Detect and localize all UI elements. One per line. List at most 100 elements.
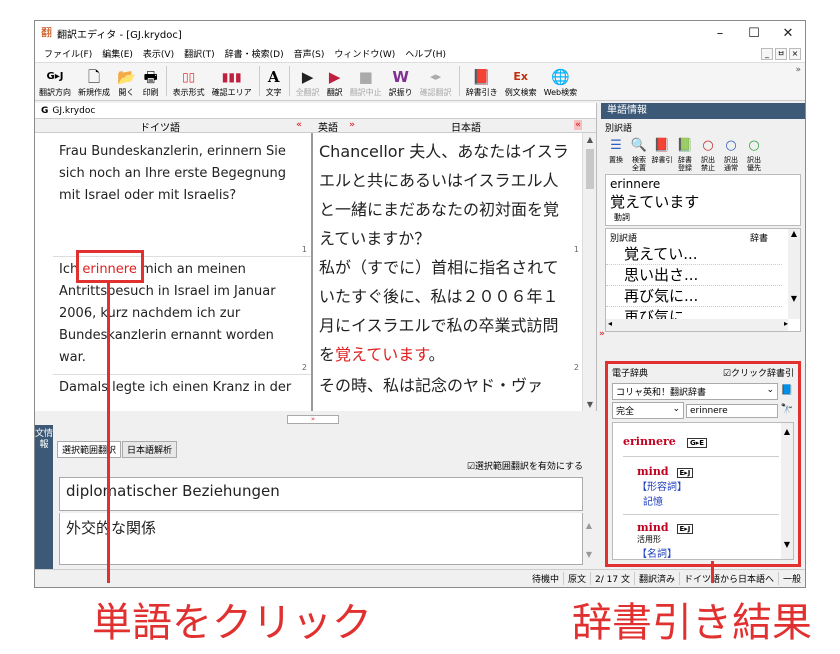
splitter-grip-icon[interactable]: » — [287, 415, 339, 424]
alt-table-hscroll[interactable]: ◂ ▸ — [606, 319, 788, 331]
alt-translation-table: 別訳語 辞書 覚えてい... 思い出さ... 再び気に... 再び気に... ▲ ▼… — [605, 228, 801, 332]
word-assign-button[interactable]: W 訳振り — [389, 67, 413, 98]
menu-help[interactable]: ヘルプ(H) — [400, 47, 451, 60]
sentence-info-side-tab[interactable]: 文情報 — [35, 425, 53, 571]
match-mode-select[interactable]: 完全 ⌄ — [612, 402, 684, 419]
mdi-close-button[interactable]: × — [789, 47, 801, 60]
register-icon: 📗 — [676, 138, 694, 153]
dictionary-search-input[interactable]: erinnere — [686, 403, 778, 418]
target-segment[interactable]: Chancellor 夫人、あなたはイスラエルと共にあるいはイスラエル人と一緒に… — [313, 137, 583, 253]
source-segment[interactable]: Damals legte ich einen Kranz in der — [35, 377, 311, 399]
translate-all-button[interactable]: ▶ 全翻訳 — [296, 67, 320, 98]
scroll-up-icon[interactable]: ▲ — [583, 521, 595, 530]
target-column[interactable]: Chancellor 夫人、あなたはイスラエルと共にあるいはイスラエル人と一緒に… — [313, 133, 583, 411]
button-label: 翻訳中止 — [349, 88, 382, 97]
example-search-button[interactable]: Ex 例文検索 — [505, 67, 537, 98]
scroll-down-icon[interactable]: ▼ — [583, 550, 595, 559]
check-area-button[interactable]: ▮▮▮ 確認エリア — [212, 67, 252, 98]
selection-source-field[interactable]: diplomatischer Beziehungen — [59, 477, 583, 511]
source-segment[interactable]: Frau Bundeskanzlerin, erinnern Sie sich … — [35, 141, 311, 207]
scroll-down-icon[interactable]: ▼ — [583, 400, 597, 409]
dict-lookup-button[interactable]: 📕 辞書引 — [651, 136, 673, 172]
clicked-word-highlight-box — [76, 250, 144, 283]
alt-table-vscroll[interactable]: ▲ ▼ — [788, 229, 800, 319]
normal-button[interactable]: ○ 訳出 通常 — [720, 136, 742, 172]
selected-word: erinnere — [610, 177, 661, 191]
priority-slider-icon: ○ — [748, 138, 760, 153]
menu-window[interactable]: ウィンドウ(W) — [329, 47, 400, 60]
tab-japanese-analysis[interactable]: 日本語解析 — [122, 441, 178, 458]
dictionary-lookup-button[interactable]: 📕 辞書引き — [466, 67, 498, 98]
stop-translate-button[interactable]: ■ 翻訳中止 — [350, 67, 382, 98]
toolbar-separator — [258, 65, 260, 96]
list-item[interactable]: 思い出さ... — [606, 265, 782, 286]
translate-direction-button[interactable]: G▸J 翻訳方向 — [39, 67, 71, 98]
enable-selection-checkbox[interactable]: ☑選択範囲翻訳を有効にする — [467, 459, 583, 472]
scroll-up-icon[interactable]: ▲ — [781, 423, 793, 436]
list-item[interactable]: 覚えてい... — [606, 244, 782, 265]
word-info-panel: 単語情報 別訳語 ☰ 置換 🔍 検索 全置 📕 辞書引 📗 辞書 登録 ○ 訳出 禁止 ○… — [599, 103, 805, 571]
lower-scrollbar[interactable]: ▲ ▼ — [583, 521, 595, 567]
collapse-button[interactable]: « — [571, 119, 585, 132]
open-button[interactable]: 📂 開く — [117, 67, 136, 98]
web-search-button[interactable]: 🌐 Web検索 — [544, 67, 577, 98]
edict-header: 電子辞典 ☑クリック辞書引 — [608, 364, 798, 381]
minimize-button[interactable]: – — [703, 26, 737, 41]
list-item[interactable]: 再び気に... — [606, 286, 782, 307]
menu-edit[interactable]: 編集(E) — [97, 47, 138, 60]
scroll-right-icon[interactable]: ▸ — [784, 319, 788, 328]
direction-icon: G▸J — [46, 71, 64, 82]
results-scrollbar[interactable]: ▲ ▼ — [781, 423, 793, 559]
alt-table-header: 別訳語 辞書 — [606, 229, 800, 244]
scroll-up-icon[interactable]: ▲ — [583, 135, 597, 144]
document-tab[interactable]: G GJ.krydoc — [35, 103, 596, 119]
result-headword-row: erinnere G▸E — [613, 423, 793, 448]
menu-audio[interactable]: 音声(S) — [289, 47, 330, 60]
scroll-left-icon[interactable]: ◂ — [606, 319, 612, 328]
click-lookup-checkbox[interactable]: ☑クリック辞書引 — [723, 366, 794, 379]
close-button[interactable]: ✕ — [771, 26, 805, 41]
tab-selection-translate[interactable]: 選択範囲翻訳 — [57, 441, 122, 458]
result-word[interactable]: mind — [637, 521, 669, 534]
expand-panel-icon[interactable]: » — [599, 329, 605, 339]
translate-button[interactable]: ▶ 翻訳 — [327, 67, 343, 98]
menu-file[interactable]: ファイル(F) — [39, 47, 97, 60]
confirm-translate-button[interactable]: ◂▸ 確認翻訳 — [420, 67, 452, 98]
selection-target-field[interactable]: 外交的な関係 — [59, 513, 583, 565]
replace-button[interactable]: ☰ 置換 — [605, 136, 627, 172]
scrollbar-thumb[interactable] — [586, 149, 594, 189]
mdi-restore-button[interactable]: ㅂ — [775, 47, 787, 60]
target-segment-active[interactable]: 私が（すでに）首相に指名されていたすぐ後に、私は２００６年１月にイスラエルで私の… — [313, 253, 583, 369]
binoculars-search-icon[interactable]: 🔭 — [780, 404, 794, 418]
prohibit-slider-icon: ○ — [702, 138, 714, 153]
print-button[interactable]: 🖶 印刷 — [143, 67, 159, 98]
display-format-button[interactable]: ▯▯ 表示形式 — [173, 67, 205, 98]
target-segment[interactable]: その時、私は記念のヤド・ヴァ — [313, 371, 583, 400]
play-icon: ▶ — [301, 68, 314, 86]
result-word[interactable]: mind — [637, 465, 669, 478]
swap-right-button[interactable]: » — [343, 119, 361, 132]
toolbar-overflow-icon[interactable]: » — [795, 65, 801, 75]
selected-word-box: erinnere 覚えています 動詞 — [605, 174, 801, 226]
pane-splitter[interactable]: » — [35, 413, 597, 425]
search-replace-button[interactable]: 🔍 検索 全置 — [628, 136, 650, 172]
font-button[interactable]: A 文字 — [266, 67, 282, 98]
dict-register-button[interactable]: 📗 辞書 登録 — [674, 136, 696, 172]
new-button[interactable]: 🗋 新規作成 — [78, 67, 110, 98]
priority-button[interactable]: ○ 訳出 優先 — [743, 136, 765, 172]
list-item: mind E▸J 活用形 【名詞】 — [613, 515, 793, 559]
prohibit-button[interactable]: ○ 訳出 禁止 — [697, 136, 719, 172]
scroll-up-icon[interactable]: ▲ — [788, 229, 800, 238]
scroll-down-icon[interactable]: ▼ — [781, 540, 793, 549]
dictionary-select[interactable]: コリャ英和！翻訳辞書 ⌄ — [612, 383, 778, 400]
menu-view[interactable]: 表示(V) — [138, 47, 179, 60]
document-tab-label: GJ.krydoc — [52, 105, 96, 116]
maximize-button[interactable]: ☐ — [737, 26, 771, 41]
dictionary-book-icon[interactable]: 📘 — [780, 385, 794, 399]
menu-translate[interactable]: 翻訳(T) — [179, 47, 220, 60]
swap-left-button[interactable]: « — [285, 119, 313, 132]
document-scrollbar[interactable]: ▲ ▼ — [582, 133, 596, 411]
mdi-minimize-button[interactable]: _ — [761, 47, 773, 60]
menu-dictionary[interactable]: 辞書・検索(D) — [220, 47, 289, 60]
scroll-down-icon[interactable]: ▼ — [788, 294, 800, 303]
